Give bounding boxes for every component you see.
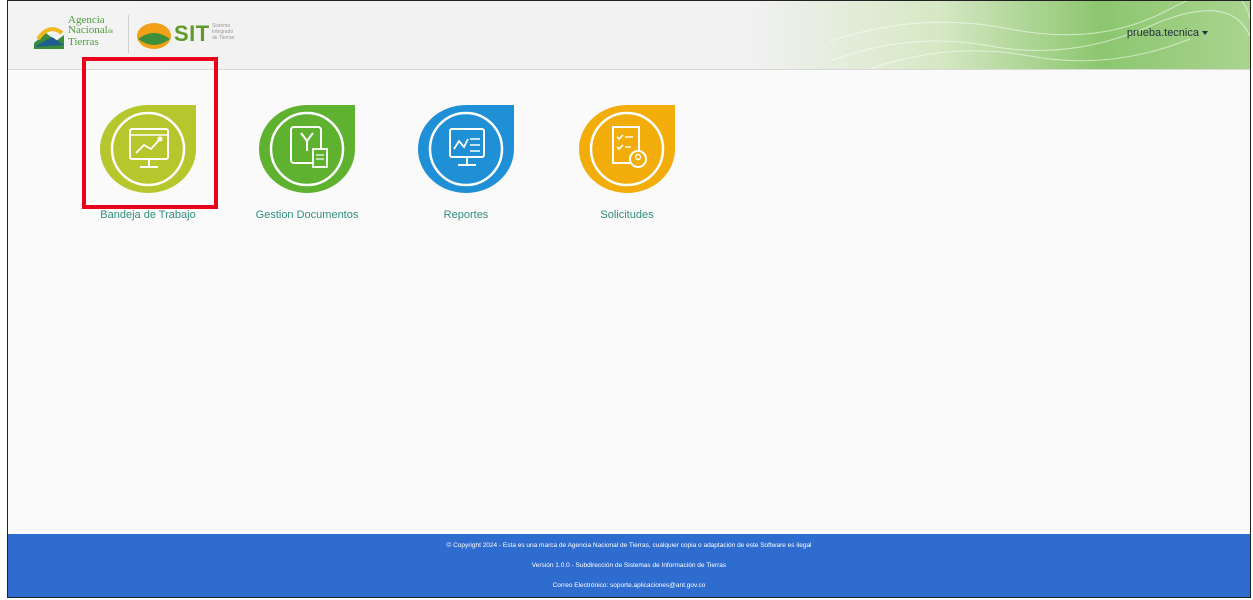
ant-logo-line3: Tierras	[68, 36, 99, 48]
user-menu-dropdown[interactable]: prueba.tecnica	[1127, 27, 1208, 39]
footer-email: Correo Electrónico: soporte.aplicaciones…	[552, 582, 706, 589]
tile-reportes[interactable]: Reportes	[406, 103, 526, 221]
sit-logo-icon	[137, 23, 171, 49]
ant-logo-text: Agencia Nacionalde Tierras	[68, 15, 114, 48]
agencia-nacional-logo[interactable]: Agencia Nacionalde Tierras	[32, 15, 124, 55]
sit-logo[interactable]: SIT Sistema Integrado de Tierras	[136, 21, 246, 51]
tile-gestion-documentos[interactable]: Gestion Documentos	[247, 103, 367, 221]
app-frame: Agencia Nacionalde Tierras SIT Sistema I…	[7, 0, 1251, 598]
ant-logo-icon	[34, 27, 64, 49]
request-checklist-icon	[579, 105, 675, 193]
sit-subtitle: Sistema Integrado de Tierras	[212, 23, 234, 41]
tile-label: Bandeja de Trabajo	[100, 209, 196, 221]
tile-solicitudes[interactable]: Solicitudes	[567, 103, 687, 221]
tile-label: Solicitudes	[600, 209, 654, 221]
tile-label: Gestion Documentos	[255, 209, 359, 221]
tile-label: Reportes	[443, 209, 489, 221]
logo-divider	[128, 15, 129, 53]
ant-logo-line2: Nacional	[68, 24, 108, 36]
caret-down-icon	[1202, 31, 1208, 36]
footer-version: Versión 1.0.0 - Subdirección de Sistemas…	[531, 562, 727, 569]
top-header: Agencia Nacionalde Tierras SIT Sistema I…	[8, 1, 1250, 70]
footer: © Copyright 2024 - Esta es una marca de …	[8, 534, 1250, 597]
tile-bandeja-de-trabajo[interactable]: Bandeja de Trabajo	[88, 103, 208, 221]
ant-logo-line2-suffix: de	[107, 29, 114, 35]
report-chart-icon	[418, 105, 514, 193]
sit-acronym: SIT	[174, 21, 210, 46]
footer-copyright: © Copyright 2024 - Esta es una marca de …	[446, 542, 812, 549]
username: prueba.tecnica	[1126, 27, 1199, 39]
sit-sub3: de Tierras	[212, 35, 235, 41]
workspace-monitor-icon	[100, 105, 196, 193]
document-folder-icon	[259, 105, 355, 193]
